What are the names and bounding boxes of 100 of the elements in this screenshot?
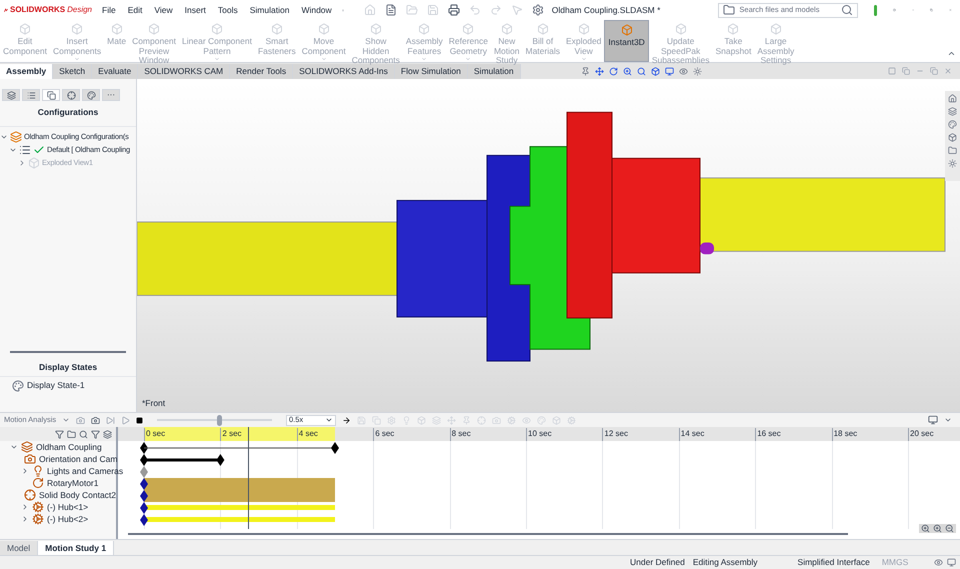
rebuild-icon[interactable] (934, 558, 943, 567)
filter-icon[interactable] (67, 430, 76, 438)
component-track-bar[interactable] (140, 501, 337, 515)
zoom-out-icon[interactable] (945, 524, 954, 533)
command-tab[interactable]: Sketch (53, 64, 92, 79)
time-tick-label: 4 sec (296, 428, 318, 441)
pan-icon[interactable] (594, 66, 604, 76)
command-tab[interactable]: Flow Simulation (394, 64, 468, 79)
hide-show-icon[interactable] (678, 66, 688, 76)
tool-icon (370, 23, 382, 35)
bottom-tab[interactable]: Motion Study 1 (38, 541, 114, 555)
horizontal-scrollbar[interactable] (128, 533, 848, 535)
menu-item[interactable]: Window (299, 4, 334, 16)
split-icon[interactable] (902, 67, 910, 75)
task-pane-icon[interactable] (948, 107, 957, 116)
display-state-icon (12, 380, 24, 392)
menu-item[interactable]: Edit (126, 4, 144, 16)
task-pane-icon[interactable] (948, 94, 957, 103)
command-tab[interactable]: Evaluate (92, 64, 138, 79)
part-icon (32, 501, 44, 513)
play-icon[interactable] (121, 416, 130, 424)
manager-tab[interactable] (62, 89, 80, 101)
command-tab[interactable]: Simulation (468, 64, 521, 79)
zoom-fit-icon[interactable] (921, 524, 930, 533)
new-document-icon[interactable] (384, 4, 397, 16)
skip-icon[interactable] (106, 416, 115, 424)
task-pane-icon[interactable] (948, 159, 957, 168)
caret-icon[interactable] (944, 416, 952, 424)
caret-icon (325, 416, 333, 424)
component-track-bar[interactable] (140, 513, 337, 527)
collapse-icon[interactable] (21, 467, 29, 475)
menu-item[interactable]: Insert (182, 4, 208, 16)
tree-item[interactable]: (-) Hub<2> (47, 512, 88, 526)
tree-item[interactable]: Orientation and Cam (39, 452, 118, 466)
playback-slider[interactable] (157, 414, 272, 426)
command-tab[interactable]: Assembly (0, 64, 54, 79)
tool-icon (620, 24, 633, 36)
tree-item[interactable]: (-) Hub<1> (47, 500, 88, 514)
tree-item[interactable]: Display State-1 (27, 379, 85, 392)
command-tab[interactable]: SOLIDWORKS Add-Ins (293, 64, 395, 79)
zoom-in-icon[interactable] (933, 524, 942, 533)
motor-track-bar[interactable] (140, 477, 337, 491)
user-avatar[interactable] (874, 4, 877, 16)
print-icon[interactable] (448, 4, 460, 16)
tool-icon (462, 23, 474, 35)
tree-item[interactable]: Lights and Cameras (47, 464, 124, 478)
motor-track-bar[interactable] (140, 489, 337, 503)
display-style-icon[interactable] (664, 66, 674, 76)
bottom-tab[interactable]: Model (0, 541, 38, 555)
status-icon[interactable] (947, 558, 956, 567)
task-pane-icon[interactable] (948, 120, 957, 129)
keyframe-span[interactable] (140, 441, 341, 455)
tree-item[interactable]: Oldham Coupling (36, 440, 102, 454)
doc-restore-icon[interactable] (930, 67, 938, 75)
menu-item[interactable]: Tools (216, 4, 240, 16)
manager-tab[interactable] (42, 89, 60, 101)
stop-icon[interactable] (136, 416, 143, 424)
manager-tab[interactable]: ··· (102, 89, 120, 101)
doc-close-icon[interactable] (944, 67, 952, 75)
ribbon-button[interactable]: Instant3D (604, 20, 649, 62)
filter-icon[interactable] (79, 430, 88, 438)
rotate-icon[interactable] (608, 66, 618, 76)
tile-icon[interactable] (888, 67, 896, 75)
time-tick-label: 0 sec (144, 428, 166, 441)
zoom-area-icon[interactable] (636, 66, 646, 76)
collapse-ribbon-icon[interactable] (947, 49, 956, 58)
manager-tab[interactable] (22, 89, 40, 101)
graphics-viewport[interactable]: *Front (137, 79, 960, 412)
coupling-assembly-drawing[interactable] (137, 112, 946, 362)
keyframe-span[interactable] (140, 453, 226, 467)
slider-thumb[interactable] (217, 414, 222, 426)
menu-item[interactable]: View (152, 4, 175, 16)
tree-item[interactable]: RotaryMotor1 (47, 476, 98, 490)
folder-icon (723, 4, 736, 16)
caret-icon (73, 56, 82, 62)
keyframe-icon[interactable] (140, 465, 149, 479)
zoom-icon[interactable] (622, 66, 632, 76)
filter-icon[interactable] (103, 430, 112, 438)
tool-icon (110, 23, 123, 35)
filter-icon[interactable] (55, 430, 64, 438)
scene-icon[interactable] (692, 66, 702, 76)
manager-tab[interactable] (82, 89, 100, 101)
tree-item[interactable]: Solid Body Contact2 (39, 488, 116, 502)
settings-icon[interactable] (532, 4, 544, 16)
filter-icon[interactable] (91, 430, 100, 438)
task-pane-icon[interactable] (948, 146, 957, 155)
tool-icon (674, 23, 687, 35)
caret-icon (62, 416, 70, 424)
command-tab[interactable]: Render Tools (230, 64, 294, 79)
window-title: Oldham Coupling.SLDASM * (552, 4, 660, 16)
layout-icon[interactable] (928, 415, 938, 425)
view-orientation-icon[interactable] (650, 66, 660, 76)
command-tab[interactable]: SOLIDWORKS CAM (138, 64, 230, 79)
expand-icon[interactable] (10, 443, 18, 451)
playback-mode-icon[interactable] (342, 416, 351, 424)
task-pane-icon[interactable] (948, 133, 957, 142)
menu-item[interactable]: File (100, 4, 118, 16)
panel-heading: Configurations (36, 106, 100, 119)
menu-item[interactable]: Simulation (248, 4, 292, 16)
manager-tab[interactable] (2, 89, 20, 101)
